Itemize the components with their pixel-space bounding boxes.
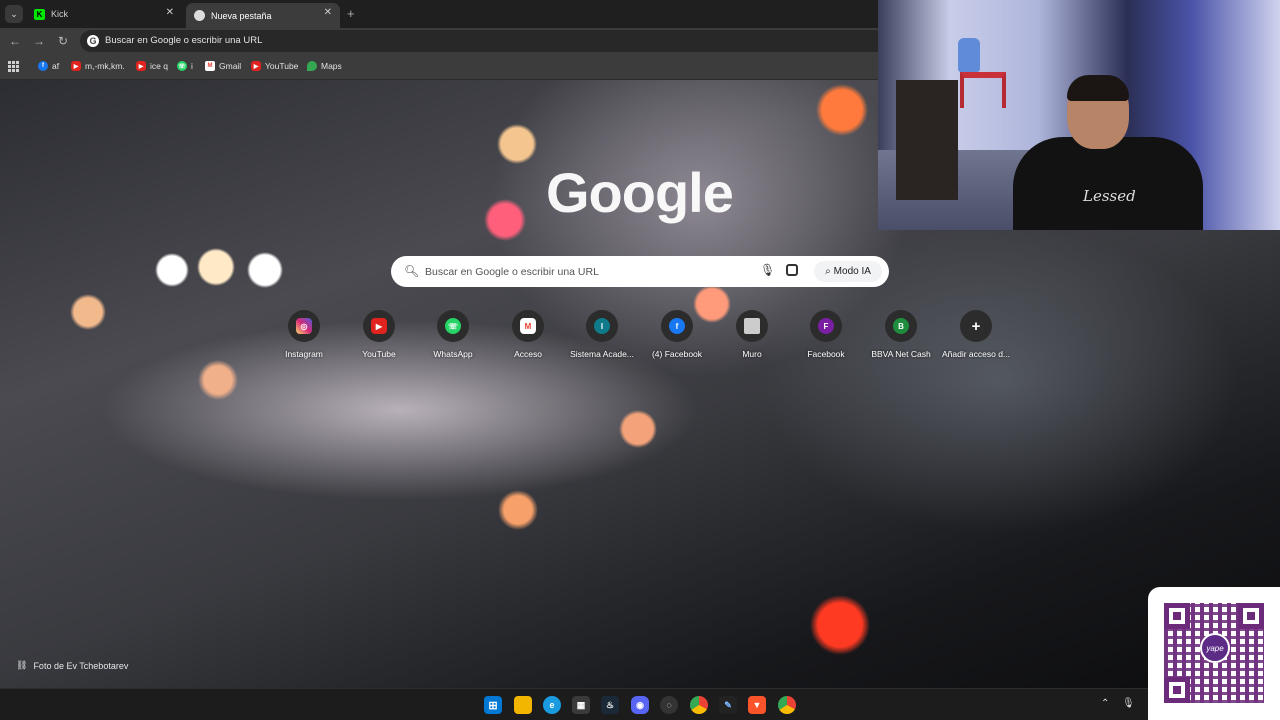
chrome-profile-icon[interactable] xyxy=(778,696,796,714)
tab-title: Nueva pestaña xyxy=(211,10,272,21)
taskbar: ⊞ e ▦ ♨ ◉ ◌ ✎ ▼ ⌃ 🎙︎ xyxy=(0,688,1280,720)
shortcut-facebook-4[interactable]: f (4) Facebook xyxy=(639,310,715,359)
link-icon: ⛓︎ xyxy=(16,660,28,670)
pen-icon[interactable]: ✎ xyxy=(719,696,737,714)
bookmark[interactable]: f af xyxy=(38,61,59,71)
search-box[interactable]: 🔍︎ Buscar en Google o escribir una URL 🎙… xyxy=(391,256,889,287)
bookmarks-bar: f af ▶ m,-mk,km. ▶ ice q ☏ i M Gmail ▶ YouTube… xyxy=(0,54,878,80)
microphone-icon[interactable]: 🎙︎ xyxy=(1122,698,1135,709)
whatsapp-icon: ☏ xyxy=(445,318,461,334)
facebook-icon: f xyxy=(669,318,685,334)
toolbar: ← → ↻ G Buscar en Google o escribir una … xyxy=(0,28,878,54)
webcam-overlay: Lessed xyxy=(878,0,1280,230)
ai-mode-button[interactable]: ⌕ Modo IA xyxy=(814,261,882,282)
shortcut-sistema-academico[interactable]: I Sistema Acade... xyxy=(564,310,640,359)
close-icon[interactable]: ✕ xyxy=(324,7,332,18)
tab-kick[interactable]: K Kick ✕ xyxy=(26,3,182,25)
close-icon[interactable]: ✕ xyxy=(166,7,174,18)
gmail-icon: M xyxy=(205,61,215,71)
gmail-icon: M xyxy=(520,318,536,334)
yape-qr-code: yape xyxy=(1148,587,1280,720)
shortcut-acceso[interactable]: M Acceso xyxy=(490,310,566,359)
file-explorer-icon[interactable] xyxy=(514,696,532,714)
search-icon: 🔍︎ xyxy=(404,264,420,278)
add-icon: + xyxy=(971,317,981,335)
back-icon[interactable]: ← xyxy=(7,33,23,49)
tab-new-tab[interactable]: Nueva pestaña ✕ xyxy=(186,3,340,28)
muro-icon xyxy=(744,318,760,334)
letter-f-icon: F xyxy=(818,318,834,334)
chevron-up-icon[interactable]: ⌃ xyxy=(1101,698,1109,709)
youtube-icon: ▶ xyxy=(371,318,387,334)
letter-b-icon: B xyxy=(893,318,909,334)
search-placeholder: Buscar en Google o escribir una URL xyxy=(425,266,599,278)
google-icon: G xyxy=(87,35,99,47)
tab-strip: ⌄ K Kick ✕ Nueva pestaña ✕ + xyxy=(0,0,878,28)
streamer: Lessed xyxy=(1013,75,1203,230)
youtube-icon: ▶ xyxy=(71,61,81,71)
maps-icon xyxy=(307,61,317,71)
photo-credit-link[interactable]: ⛓︎ Foto de Ev Tchebotarev xyxy=(16,660,128,671)
brave-icon[interactable]: ▼ xyxy=(748,696,766,714)
yape-logo: yape xyxy=(1200,633,1230,663)
bookmark[interactable]: M Gmail xyxy=(205,61,241,71)
youtube-icon: ▶ xyxy=(136,61,146,71)
chrome-icon xyxy=(194,10,205,21)
reload-icon[interactable]: ↻ xyxy=(55,33,71,49)
bookmark[interactable]: ▶ m,-mk,km. xyxy=(71,61,125,71)
shirt-text: Lessed xyxy=(1083,187,1136,205)
address-text: Buscar en Google o escribir una URL xyxy=(105,35,263,46)
whatsapp-icon: ☏ xyxy=(177,61,187,71)
store-icon[interactable]: ▦ xyxy=(572,696,590,714)
tab-title: Kick xyxy=(51,9,69,19)
bookmark[interactable]: ▶ ice q xyxy=(136,61,168,71)
microphone-icon[interactable]: 🎙︎ xyxy=(760,263,775,277)
shortcut-bbva-net-cash[interactable]: B BBVA Net Cash xyxy=(863,310,939,359)
google-logo: Google xyxy=(546,161,734,224)
shortcut-youtube[interactable]: ▶ YouTube xyxy=(341,310,417,359)
bookmark[interactable]: ▶ YouTube xyxy=(251,61,298,71)
letter-i-icon: I xyxy=(594,318,610,334)
shortcut-instagram[interactable]: ◎ Instagram xyxy=(266,310,342,359)
bookmark[interactable]: ☏ i xyxy=(177,61,193,71)
edge-icon[interactable]: e xyxy=(543,696,561,714)
shortcut-whatsapp[interactable]: ☏ WhatsApp xyxy=(415,310,491,359)
new-tab-button[interactable]: + xyxy=(347,6,355,21)
address-bar[interactable]: G Buscar en Google o escribir una URL xyxy=(80,30,878,52)
shortcut-add[interactable]: + Añadir acceso d... xyxy=(938,310,1014,359)
app-icon[interactable]: ◌ xyxy=(660,696,678,714)
shortcut-muro[interactable]: Muro xyxy=(714,310,790,359)
apps-icon[interactable] xyxy=(8,61,19,72)
bookmark[interactable]: Maps xyxy=(307,61,342,71)
instagram-icon: ◎ xyxy=(296,318,312,334)
discord-icon[interactable]: ◉ xyxy=(631,696,649,714)
tab-search-button[interactable]: ⌄ xyxy=(5,5,23,23)
screen: ⌄ K Kick ✕ Nueva pestaña ✕ + ← → ↻ G Bus… xyxy=(0,0,1280,720)
windows-start-icon[interactable]: ⊞ xyxy=(484,696,502,714)
google-lens-icon[interactable] xyxy=(786,264,798,276)
sparkle-search-icon: ⌕ xyxy=(825,266,831,277)
kick-icon: K xyxy=(34,8,45,20)
shortcut-facebook[interactable]: F Facebook xyxy=(788,310,864,359)
chrome-icon[interactable] xyxy=(690,696,708,714)
steam-icon[interactable]: ♨ xyxy=(601,696,619,714)
forward-icon[interactable]: → xyxy=(31,33,47,49)
facebook-icon: f xyxy=(38,61,48,71)
youtube-icon: ▶ xyxy=(251,61,261,71)
